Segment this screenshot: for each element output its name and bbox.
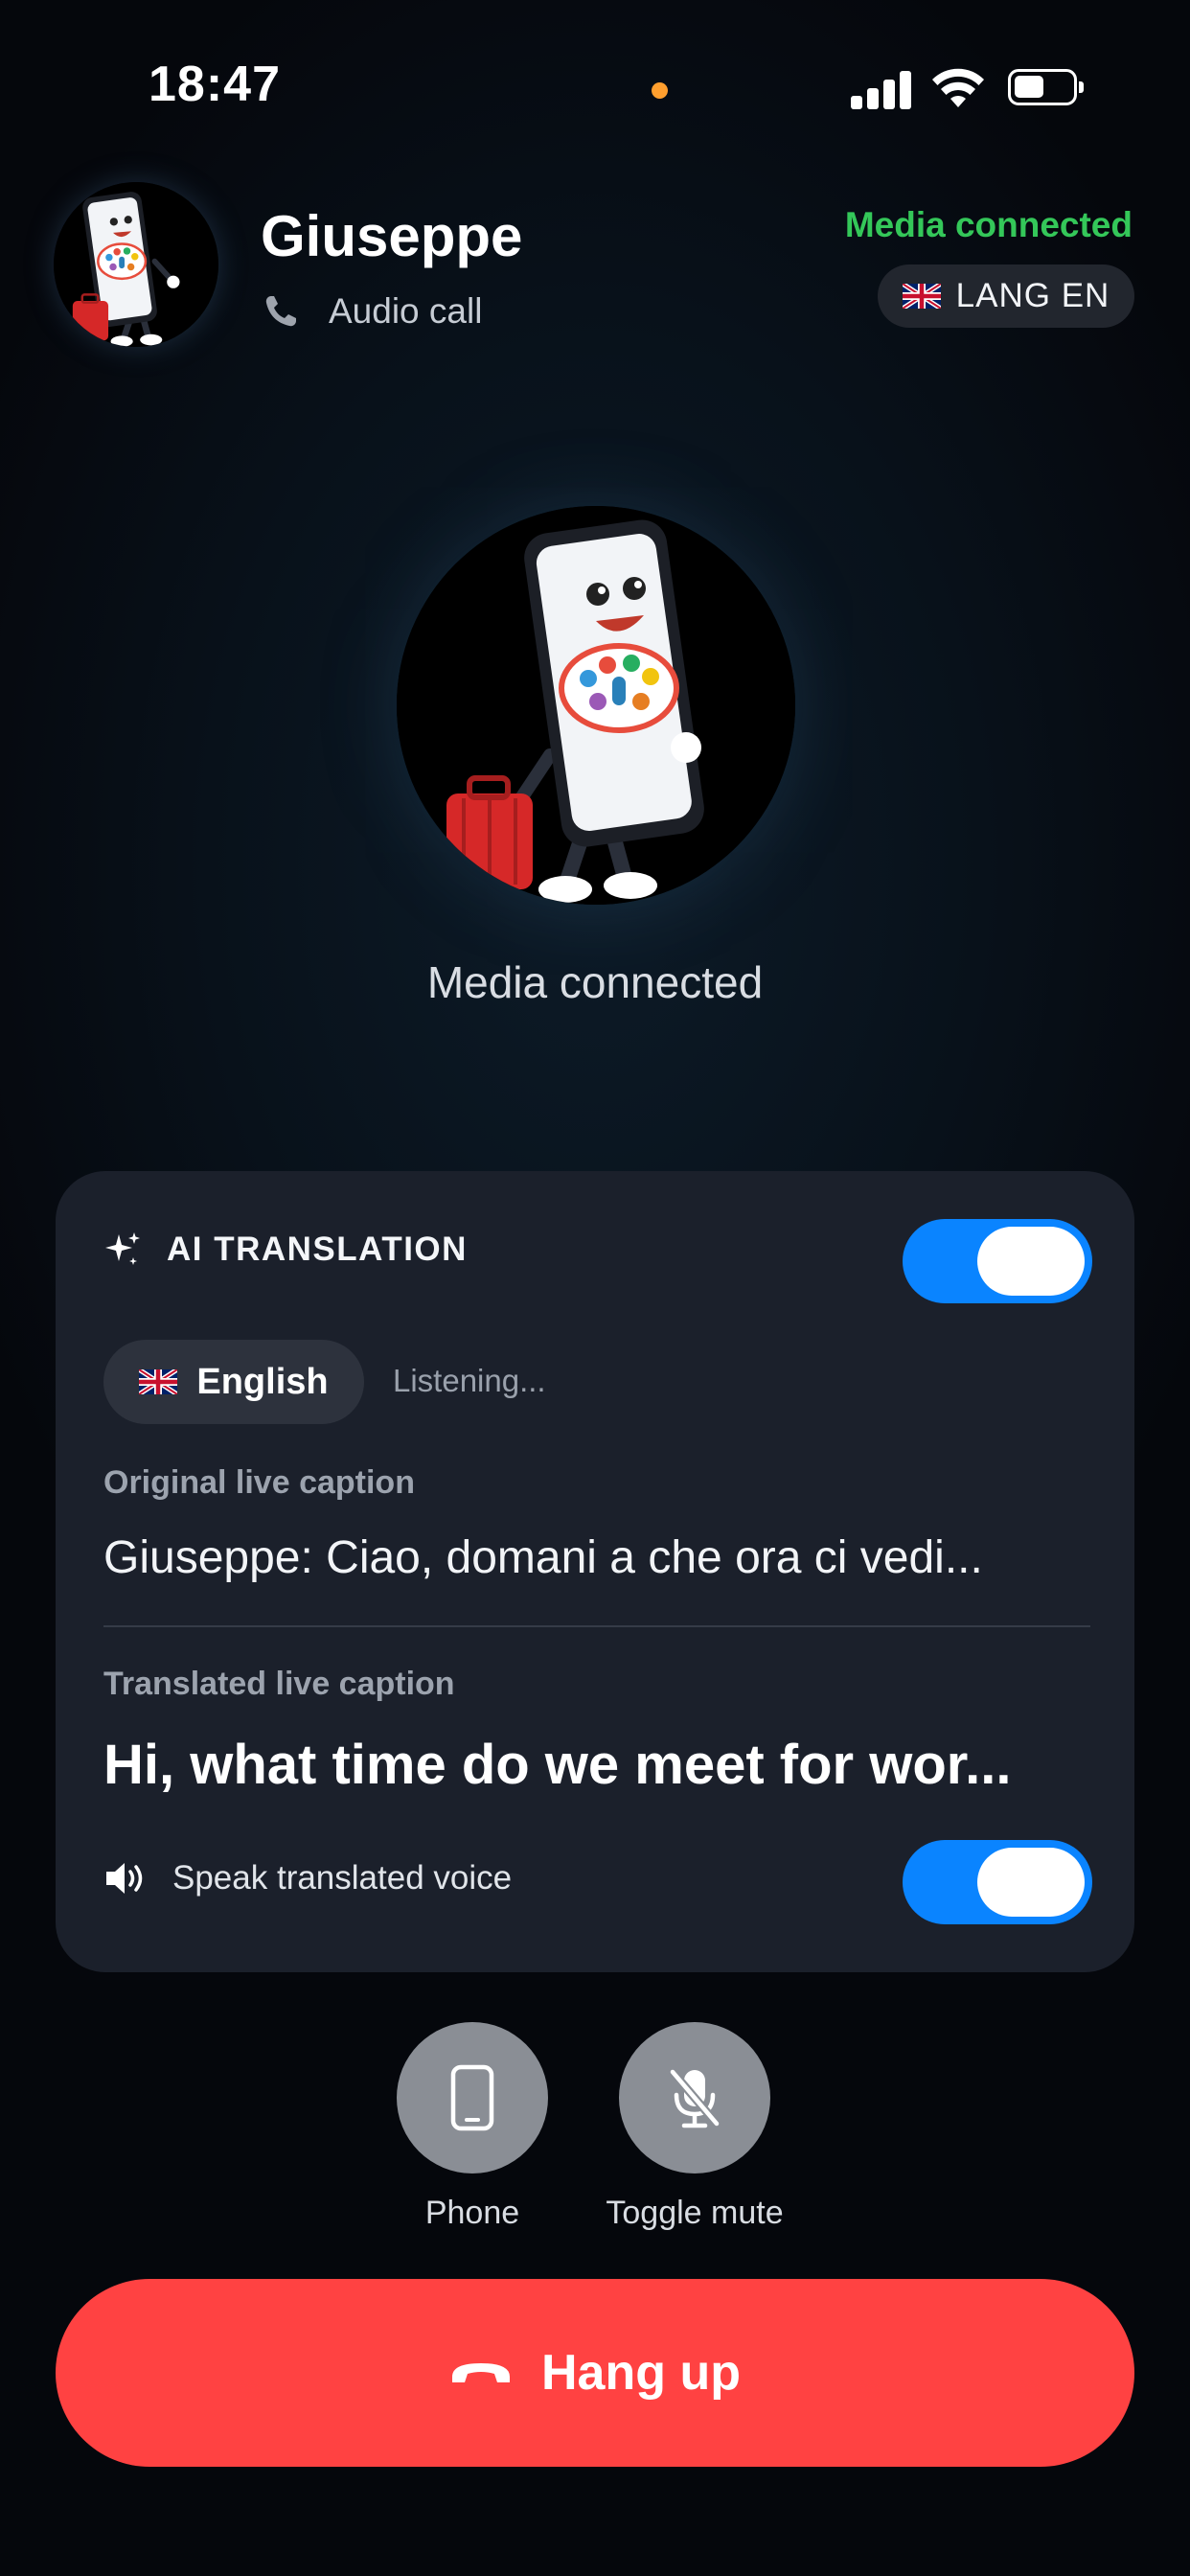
phone-audio-button[interactable] bbox=[397, 2022, 548, 2174]
phone-handset-icon bbox=[265, 296, 296, 327]
sparkle-icon bbox=[105, 1232, 140, 1265]
call-type-label: Audio call bbox=[329, 291, 483, 331]
translated-caption-text: Hi, what time do we meet for wor... bbox=[103, 1734, 1012, 1796]
hang-up-phone-icon bbox=[452, 2363, 510, 2382]
battery-icon bbox=[1008, 69, 1084, 105]
hang-up-label: Hang up bbox=[541, 2345, 741, 2401]
ai-translation-header: AI TRANSLATION bbox=[103, 1230, 468, 1269]
speaker-icon bbox=[106, 1863, 143, 1894]
smartphone-icon bbox=[450, 2064, 494, 2131]
toggle-knob bbox=[977, 1227, 1085, 1296]
phone-button-label: Phone bbox=[424, 2195, 520, 2231]
language-selector-label: English bbox=[196, 1361, 329, 1402]
call-type-row: Audio call bbox=[263, 288, 482, 335]
speak-voice-row: Speak translated voice bbox=[103, 1859, 512, 1898]
uk-flag-icon bbox=[902, 284, 941, 309]
original-caption-label: Original live caption bbox=[103, 1464, 415, 1501]
original-caption-text: Giuseppe: Ciao, domani a che ora ci vedi… bbox=[103, 1532, 983, 1583]
ai-translation-title: AI TRANSLATION bbox=[167, 1230, 468, 1268]
translated-caption-label: Translated live caption bbox=[103, 1666, 455, 1702]
speak-voice-label: Speak translated voice bbox=[172, 1859, 513, 1897]
hang-up-button[interactable]: Hang up bbox=[56, 2279, 1134, 2467]
speak-voice-toggle[interactable] bbox=[903, 1840, 1092, 1924]
media-status-badge: Media connected bbox=[844, 205, 1133, 244]
caption-divider bbox=[103, 1625, 1090, 1627]
ai-translation-toggle[interactable] bbox=[903, 1219, 1092, 1303]
language-selector[interactable]: English bbox=[103, 1340, 364, 1424]
language-badge[interactable]: LANG EN bbox=[878, 264, 1134, 328]
call-screen: 18:47 Giuseppe Audio call Media connecte… bbox=[0, 0, 1190, 2576]
caller-avatar[interactable] bbox=[54, 182, 218, 347]
contact-avatar-large bbox=[397, 506, 795, 905]
connection-status: Media connected bbox=[426, 957, 764, 1007]
cellular-signal-icon bbox=[851, 67, 912, 109]
caller-name: Giuseppe bbox=[261, 204, 523, 268]
ai-translation-card: AI TRANSLATION English Listening... Orig… bbox=[56, 1171, 1134, 1972]
toggle-knob bbox=[977, 1848, 1085, 1917]
toggle-mute-button[interactable] bbox=[619, 2022, 770, 2174]
language-badge-label: LANG EN bbox=[955, 277, 1110, 314]
mute-button-label: Toggle mute bbox=[606, 2195, 784, 2231]
mic-off-icon bbox=[669, 2069, 721, 2128]
privacy-indicator-dot bbox=[652, 82, 668, 99]
listening-status: Listening... bbox=[393, 1363, 546, 1398]
uk-flag-icon bbox=[139, 1369, 178, 1394]
wifi-icon bbox=[932, 68, 984, 107]
status-time: 18:47 bbox=[149, 57, 281, 112]
